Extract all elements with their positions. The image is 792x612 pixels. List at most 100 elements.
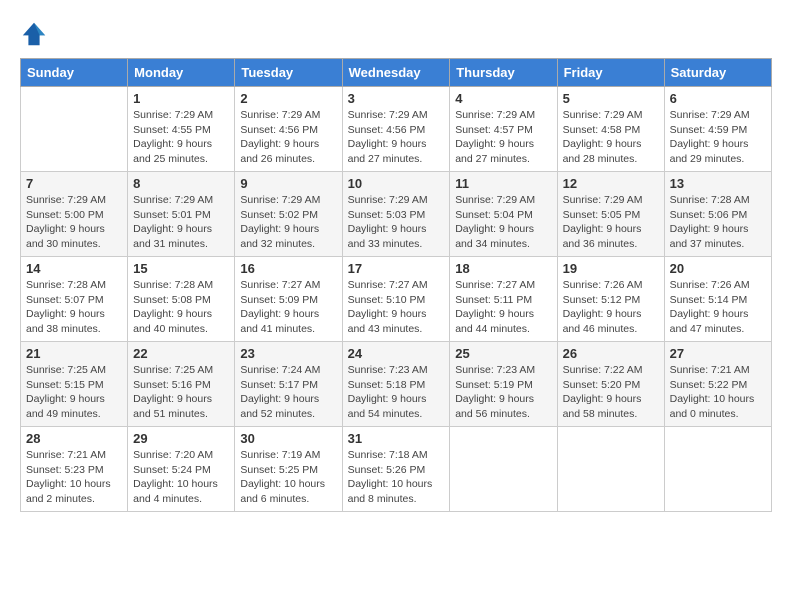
logo	[20, 20, 52, 48]
day-info: Sunrise: 7:29 AM Sunset: 5:05 PM Dayligh…	[563, 193, 659, 252]
day-number: 29	[133, 431, 229, 446]
day-info: Sunrise: 7:29 AM Sunset: 4:55 PM Dayligh…	[133, 108, 229, 167]
calendar-week-row: 7Sunrise: 7:29 AM Sunset: 5:00 PM Daylig…	[21, 172, 772, 257]
day-number: 6	[670, 91, 766, 106]
day-info: Sunrise: 7:23 AM Sunset: 5:19 PM Dayligh…	[455, 363, 551, 422]
calendar-day-cell: 21 Sunrise: 7:25 AM Sunset: 5:15 PM Dayli…	[21, 342, 128, 427]
calendar-header-row: SundayMondayTuesdayWednesdayThursdayFrid…	[21, 59, 772, 87]
day-number: 9	[240, 176, 336, 191]
calendar-day-cell: 2 Sunrise: 7:29 AM Sunset: 4:56 PM Daylig…	[235, 87, 342, 172]
calendar-week-row: 14Sunrise: 7:28 AM Sunset: 5:07 PM Dayli…	[21, 257, 772, 342]
calendar-day-cell: 18 Sunrise: 7:27 AM Sunset: 5:11 PM Dayli…	[450, 257, 557, 342]
calendar-week-row: 28 Sunrise: 7:21 AM Sunset: 5:23 PM Dayli…	[21, 427, 772, 512]
day-info: Sunrise: 7:25 AM Sunset: 5:16 PM Dayligh…	[133, 363, 229, 422]
day-info: Sunrise: 7:29 AM Sunset: 5:01 PM Dayligh…	[133, 193, 229, 252]
day-number: 20	[670, 261, 766, 276]
day-info: Sunrise: 7:24 AM Sunset: 5:17 PM Dayligh…	[240, 363, 336, 422]
calendar-day-cell: 25Sunrise: 7:23 AM Sunset: 5:19 PM Dayli…	[450, 342, 557, 427]
calendar-table: SundayMondayTuesdayWednesdayThursdayFrid…	[20, 58, 772, 512]
calendar-day-cell: 24 Sunrise: 7:23 AM Sunset: 5:18 PM Dayli…	[342, 342, 450, 427]
day-info: Sunrise: 7:29 AM Sunset: 5:00 PM Dayligh…	[26, 193, 122, 252]
day-info: Sunrise: 7:29 AM Sunset: 5:02 PM Dayligh…	[240, 193, 336, 252]
calendar-week-row: 1 Sunrise: 7:29 AM Sunset: 4:55 PM Daylig…	[21, 87, 772, 172]
day-info: Sunrise: 7:29 AM Sunset: 5:04 PM Dayligh…	[455, 193, 551, 252]
calendar-day-cell: 4 Sunrise: 7:29 AM Sunset: 4:57 PM Daylig…	[450, 87, 557, 172]
day-number: 19	[563, 261, 659, 276]
calendar-day-cell: 19 Sunrise: 7:26 AM Sunset: 5:12 PM Dayli…	[557, 257, 664, 342]
calendar-day-cell: 1 Sunrise: 7:29 AM Sunset: 4:55 PM Daylig…	[128, 87, 235, 172]
day-info: Sunrise: 7:18 AM Sunset: 5:26 PM Dayligh…	[348, 448, 445, 507]
calendar-day-cell: 13Sunrise: 7:28 AM Sunset: 5:06 PM Dayli…	[664, 172, 771, 257]
day-number: 17	[348, 261, 445, 276]
day-number: 11	[455, 176, 551, 191]
calendar-day-cell: 20Sunrise: 7:26 AM Sunset: 5:14 PM Dayli…	[664, 257, 771, 342]
day-number: 10	[348, 176, 445, 191]
day-info: Sunrise: 7:29 AM Sunset: 4:58 PM Dayligh…	[563, 108, 659, 167]
calendar-day-cell: 16 Sunrise: 7:27 AM Sunset: 5:09 PM Dayli…	[235, 257, 342, 342]
day-info: Sunrise: 7:27 AM Sunset: 5:11 PM Dayligh…	[455, 278, 551, 337]
day-number: 27	[670, 346, 766, 361]
calendar-day-cell: 5 Sunrise: 7:29 AM Sunset: 4:58 PM Daylig…	[557, 87, 664, 172]
calendar-day-cell: 3 Sunrise: 7:29 AM Sunset: 4:56 PM Daylig…	[342, 87, 450, 172]
day-number: 1	[133, 91, 229, 106]
day-number: 24	[348, 346, 445, 361]
day-info: Sunrise: 7:29 AM Sunset: 4:59 PM Dayligh…	[670, 108, 766, 167]
day-info: Sunrise: 7:25 AM Sunset: 5:15 PM Dayligh…	[26, 363, 122, 422]
day-info: Sunrise: 7:20 AM Sunset: 5:24 PM Dayligh…	[133, 448, 229, 507]
day-number: 28	[26, 431, 122, 446]
calendar-day-cell: 8 Sunrise: 7:29 AM Sunset: 5:01 PM Daylig…	[128, 172, 235, 257]
calendar-day-cell: 17 Sunrise: 7:27 AM Sunset: 5:10 PM Dayli…	[342, 257, 450, 342]
day-info: Sunrise: 7:28 AM Sunset: 5:08 PM Dayligh…	[133, 278, 229, 337]
day-of-week-header: Friday	[557, 59, 664, 87]
day-info: Sunrise: 7:29 AM Sunset: 5:03 PM Dayligh…	[348, 193, 445, 252]
calendar-week-row: 21 Sunrise: 7:25 AM Sunset: 5:15 PM Dayli…	[21, 342, 772, 427]
day-number: 4	[455, 91, 551, 106]
calendar-day-cell: 6 Sunrise: 7:29 AM Sunset: 4:59 PM Daylig…	[664, 87, 771, 172]
calendar-day-cell: 9 Sunrise: 7:29 AM Sunset: 5:02 PM Daylig…	[235, 172, 342, 257]
calendar-day-cell: 31Sunrise: 7:18 AM Sunset: 5:26 PM Dayli…	[342, 427, 450, 512]
day-number: 3	[348, 91, 445, 106]
day-number: 15	[133, 261, 229, 276]
calendar-day-cell: 27 Sunrise: 7:21 AM Sunset: 5:22 PM Dayli…	[664, 342, 771, 427]
day-number: 16	[240, 261, 336, 276]
day-number: 21	[26, 346, 122, 361]
day-number: 26	[563, 346, 659, 361]
calendar-day-cell	[21, 87, 128, 172]
calendar-day-cell	[557, 427, 664, 512]
calendar-day-cell: 29 Sunrise: 7:20 AM Sunset: 5:24 PM Dayli…	[128, 427, 235, 512]
day-info: Sunrise: 7:27 AM Sunset: 5:10 PM Dayligh…	[348, 278, 445, 337]
day-info: Sunrise: 7:21 AM Sunset: 5:23 PM Dayligh…	[26, 448, 122, 507]
day-number: 14	[26, 261, 122, 276]
day-number: 12	[563, 176, 659, 191]
day-number: 8	[133, 176, 229, 191]
calendar-day-cell: 10 Sunrise: 7:29 AM Sunset: 5:03 PM Dayli…	[342, 172, 450, 257]
calendar-day-cell: 15 Sunrise: 7:28 AM Sunset: 5:08 PM Dayli…	[128, 257, 235, 342]
day-number: 30	[240, 431, 336, 446]
day-info: Sunrise: 7:29 AM Sunset: 4:57 PM Dayligh…	[455, 108, 551, 167]
calendar-day-cell: 11 Sunrise: 7:29 AM Sunset: 5:04 PM Dayli…	[450, 172, 557, 257]
calendar-day-cell: 7Sunrise: 7:29 AM Sunset: 5:00 PM Daylig…	[21, 172, 128, 257]
calendar-day-cell: 26 Sunrise: 7:22 AM Sunset: 5:20 PM Dayli…	[557, 342, 664, 427]
day-info: Sunrise: 7:19 AM Sunset: 5:25 PM Dayligh…	[240, 448, 336, 507]
day-number: 2	[240, 91, 336, 106]
day-number: 13	[670, 176, 766, 191]
day-info: Sunrise: 7:26 AM Sunset: 5:12 PM Dayligh…	[563, 278, 659, 337]
day-info: Sunrise: 7:29 AM Sunset: 4:56 PM Dayligh…	[240, 108, 336, 167]
day-info: Sunrise: 7:29 AM Sunset: 4:56 PM Dayligh…	[348, 108, 445, 167]
day-info: Sunrise: 7:23 AM Sunset: 5:18 PM Dayligh…	[348, 363, 445, 422]
calendar-day-cell	[450, 427, 557, 512]
day-of-week-header: Thursday	[450, 59, 557, 87]
day-of-week-header: Sunday	[21, 59, 128, 87]
calendar-day-cell: 30 Sunrise: 7:19 AM Sunset: 5:25 PM Dayli…	[235, 427, 342, 512]
day-number: 18	[455, 261, 551, 276]
day-of-week-header: Monday	[128, 59, 235, 87]
day-info: Sunrise: 7:21 AM Sunset: 5:22 PM Dayligh…	[670, 363, 766, 422]
day-number: 5	[563, 91, 659, 106]
calendar-day-cell: 14Sunrise: 7:28 AM Sunset: 5:07 PM Dayli…	[21, 257, 128, 342]
day-info: Sunrise: 7:27 AM Sunset: 5:09 PM Dayligh…	[240, 278, 336, 337]
calendar-day-cell	[664, 427, 771, 512]
day-of-week-header: Saturday	[664, 59, 771, 87]
calendar-day-cell: 12 Sunrise: 7:29 AM Sunset: 5:05 PM Dayli…	[557, 172, 664, 257]
page-header	[20, 20, 772, 48]
day-info: Sunrise: 7:22 AM Sunset: 5:20 PM Dayligh…	[563, 363, 659, 422]
